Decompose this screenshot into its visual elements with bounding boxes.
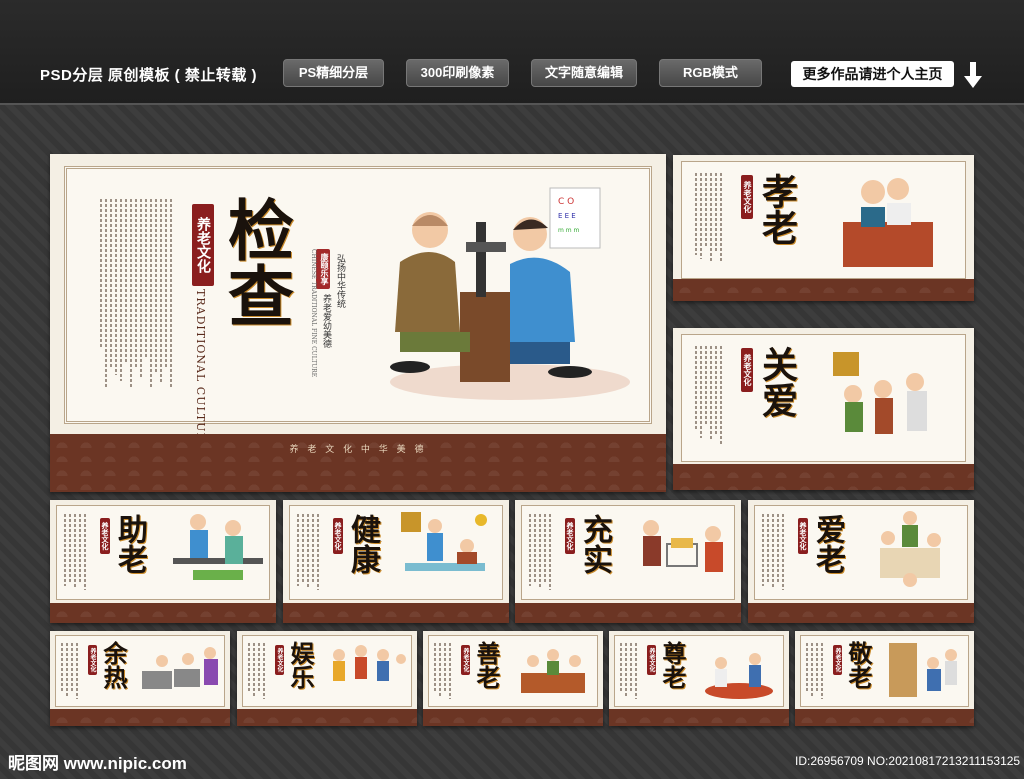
panel-title: 余热 [99,641,128,689]
svg-text:E E E: E E E [558,212,576,220]
culture-badge: 养老文化 [333,518,343,554]
panel-title: 关爱 [756,346,798,418]
panel-footer [237,709,417,726]
svg-text:m m m: m m m [558,227,580,234]
panel-footer [673,464,974,490]
body-text-column [64,514,86,592]
feature-button-layers[interactable]: PS精细分层 [283,59,384,87]
culture-badge: 养老文化 [647,645,656,675]
care-illustration [142,647,218,689]
footer-slogan: 养 老 文 化 中 华 美 德 [289,445,427,455]
culture-badge: 养老文化 [741,175,753,219]
panel-title: 敬老 [844,641,873,689]
body-text-column [61,643,78,701]
template-title: PSD分层 原创模板 ( 禁止转载 ) [40,67,258,84]
panel-guanai[interactable]: 养老文化 关爱 [673,328,974,490]
svg-text:C O: C O [558,197,574,207]
panel-title: 孝老 [756,173,798,245]
panel-title: 善老 [472,641,501,689]
body-text-column [434,643,451,701]
panel-footer [50,603,276,623]
site-watermark: 昵图网 www.nipic.com [8,754,187,773]
slogan-2: 养老爱幼美德 [321,294,331,348]
panel-footer [748,603,974,623]
main-title: 检查 [217,196,295,328]
care-illustration [333,645,406,681]
culture-badge: 养老文化 [741,348,753,392]
care-illustration [889,643,957,697]
eye-exam-illustration: C O E E E m m m [390,187,630,400]
panel-ailao[interactable]: 养老文化 爱老 [748,500,974,623]
body-text-column [100,199,172,399]
top-bar: PSD分层 原创模板 ( 禁止转载 ) PS精细分层 300印刷像素 文字随意编… [0,0,1024,105]
feature-button-resolution[interactable]: 300印刷像素 [406,59,509,87]
care-illustration [833,352,927,434]
panel-jiankang[interactable]: 养老文化 健康 [283,500,509,623]
body-text-column [248,643,265,701]
body-text-column [695,346,722,446]
slogan-english: CHINESE TRADITIONAL FINE CULTURE [310,249,317,378]
panel-title: 尊老 [658,641,687,689]
panel-footer [795,709,974,726]
panel-yule[interactable]: 养老文化 娱乐 [237,631,417,726]
culture-badge: 养老文化 [192,204,214,286]
panel-shanlao[interactable]: 养老文化 善老 [423,631,603,726]
body-text-column [695,173,722,265]
panel-footer [609,709,789,726]
care-illustration [521,649,585,693]
english-subtitle: TRADITIONAL CULTURE [194,289,207,451]
arrow-down-icon [964,62,982,88]
panel-footer [50,709,230,726]
culture-badge: 养老文化 [798,518,808,554]
slogan-1: 弘扬中华传统 [335,254,345,308]
panel-zunlao[interactable]: 养老文化 尊老 [609,631,789,726]
body-text-column [762,514,784,592]
seal-stamp: 康颐乐享 [316,249,330,289]
panel-footer [423,709,603,726]
panel-footer [673,279,974,301]
panel-yure[interactable]: 养老文化 余热 [50,631,230,726]
body-text-column [620,643,637,701]
panel-title: 娱乐 [286,641,315,689]
care-illustration [880,511,941,587]
care-illustration [643,520,723,572]
culture-badge: 养老文化 [100,518,110,554]
panel-jinglao[interactable]: 养老文化 敬老 [795,631,974,726]
culture-badge: 养老文化 [565,518,575,554]
panel-footer [283,603,509,623]
panel-title: 充实 [577,514,612,574]
body-text-column [806,643,823,701]
care-illustration [705,653,773,699]
body-text-column [297,514,319,592]
panel-xiaolao[interactable]: 养老文化 孝老 [673,155,974,301]
panel-zhulao[interactable]: 养老文化 助老 [50,500,276,623]
main-poster-panel[interactable]: 养老文化 TRADITIONAL CULTURE 检查 康颐乐享 弘扬中华传统 … [50,154,666,492]
image-id-watermark: ID:26956709 NO:20210817213211153125 [795,754,1021,768]
culture-badge: 养老文化 [88,645,97,675]
feature-button-editable-text[interactable]: 文字随意编辑 [531,59,637,87]
panel-title: 助老 [112,514,147,574]
body-text-column [529,514,551,592]
culture-badge: 养老文化 [833,645,842,675]
care-illustration [173,514,263,580]
panel-title: 爱老 [810,514,845,574]
feature-button-rgb[interactable]: RGB模式 [659,59,762,87]
care-illustration [401,512,487,571]
poster-footer: 养 老 文 化 中 华 美 德 [50,434,666,492]
culture-badge: 养老文化 [461,645,470,675]
panel-title: 健康 [345,514,380,574]
culture-badge: 养老文化 [275,645,284,675]
panel-chongshi[interactable]: 养老文化 充实 [515,500,741,623]
care-illustration [843,178,933,267]
panel-footer [515,603,741,623]
profile-link[interactable]: 更多作品请进个人主页 [791,61,954,87]
